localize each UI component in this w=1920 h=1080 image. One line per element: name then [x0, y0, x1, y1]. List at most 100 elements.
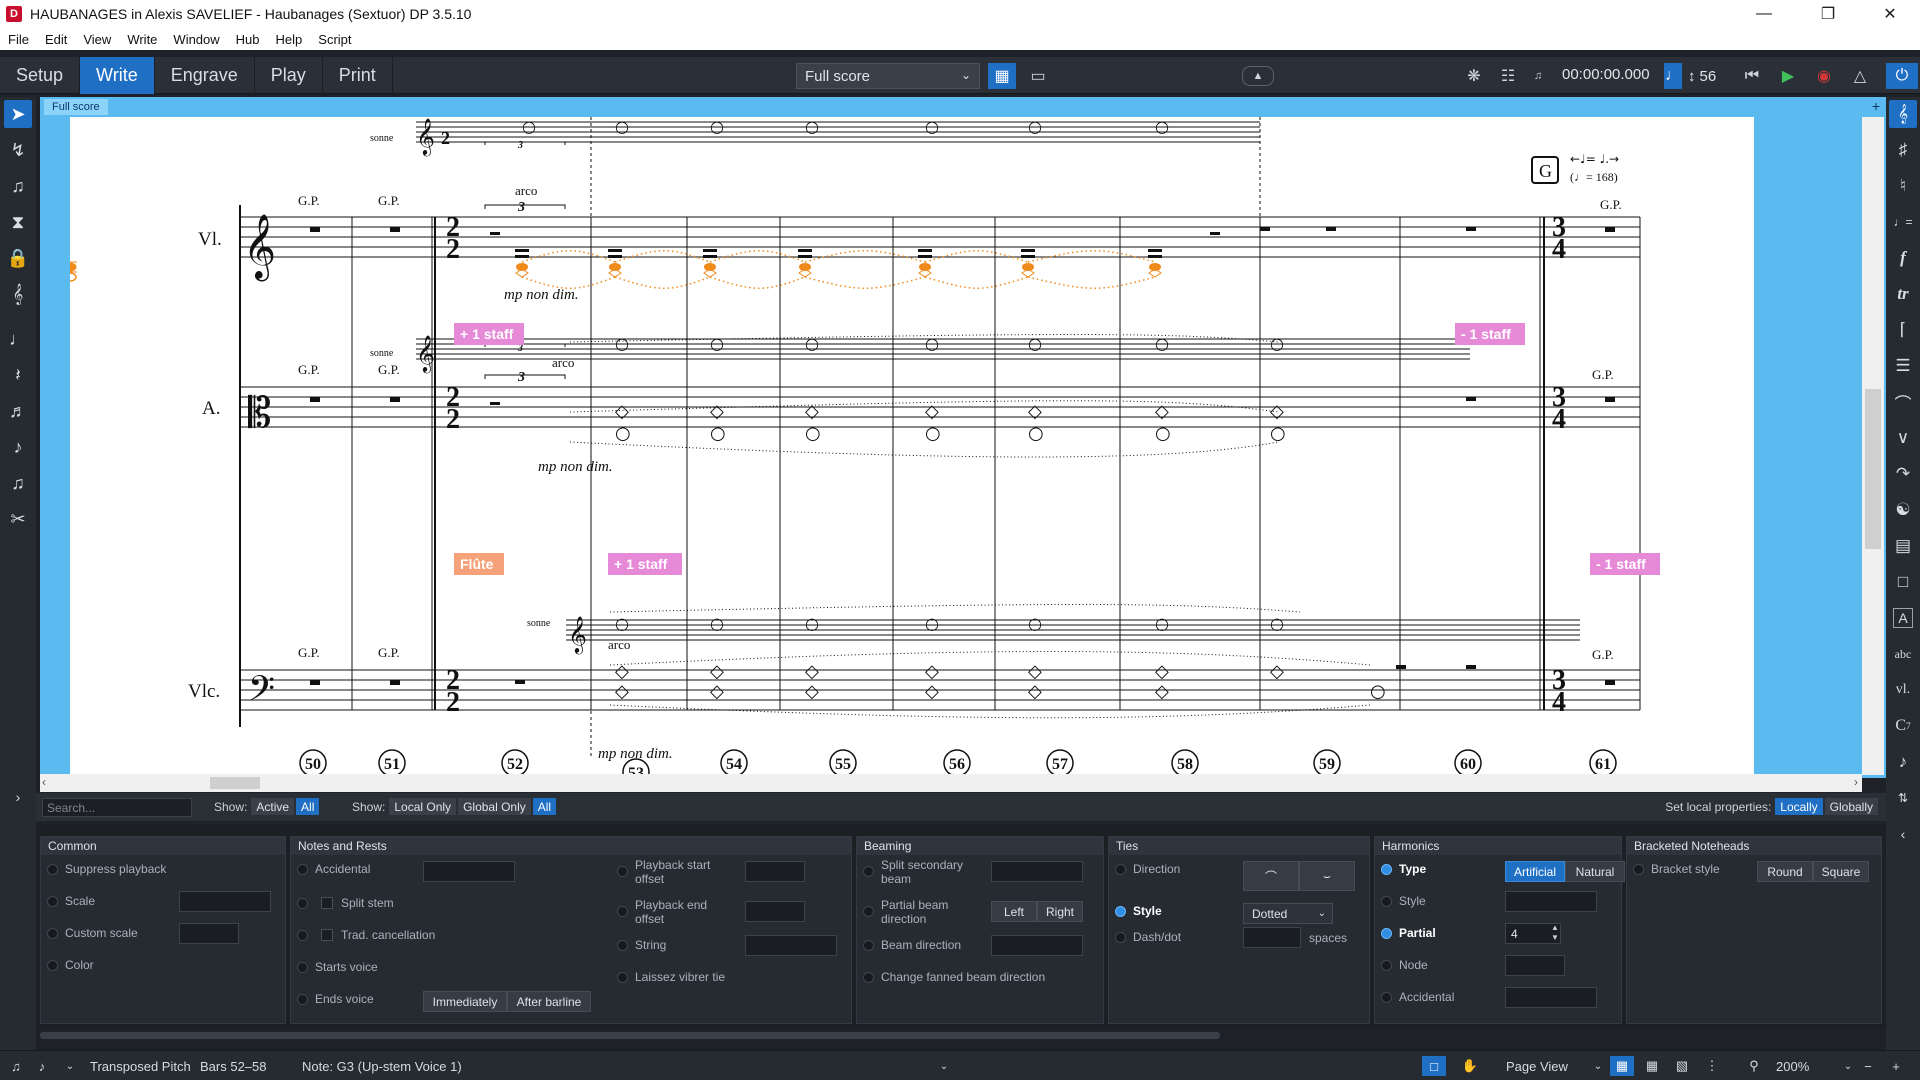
select-tool-icon[interactable]: ➤	[4, 100, 32, 128]
signpost-plus-staff[interactable]: + 1 staff	[460, 326, 514, 342]
filter-local-only[interactable]: Local Only	[389, 798, 457, 815]
dynamics-icon[interactable]: f	[1889, 244, 1917, 272]
property-toggle[interactable]	[47, 864, 58, 875]
score-horizontal-scrollbar[interactable]: ‹ ›	[40, 774, 1862, 792]
scale-field[interactable]	[179, 891, 271, 912]
split-secondary-beam-field[interactable]	[991, 861, 1083, 882]
text-icon[interactable]: A	[1893, 608, 1913, 628]
expand-right-panel-icon[interactable]: ‹	[1889, 820, 1917, 848]
bracket-square-button[interactable]: Square	[1813, 861, 1869, 882]
property-toggle[interactable]	[1115, 864, 1126, 875]
mode-tab-print[interactable]: Print	[323, 56, 393, 94]
rehearsal-mark[interactable]: G	[1539, 161, 1552, 181]
comment-icon[interactable]: □	[1889, 568, 1917, 596]
playback-end-field[interactable]	[745, 901, 805, 922]
menu-write[interactable]: Write	[119, 32, 165, 47]
globally-button[interactable]: Globally	[1824, 798, 1878, 815]
mode-tab-write[interactable]: Write	[80, 56, 155, 94]
midi-icon[interactable]: ♫	[4, 1056, 28, 1076]
filter-all[interactable]: All	[296, 798, 320, 815]
click-icon[interactable]: ♫	[1524, 63, 1552, 89]
property-toggle[interactable]	[863, 972, 874, 983]
grace-note-icon[interactable]: 𝄞	[4, 280, 32, 308]
lyrics-icon[interactable]: abc	[1889, 640, 1917, 668]
property-toggle[interactable]	[297, 962, 308, 973]
mode-tab-setup[interactable]: Setup	[0, 56, 81, 94]
close-button[interactable]: ✕	[1862, 0, 1918, 28]
chevron-down-icon[interactable]: ⌄	[1586, 1056, 1610, 1076]
properties-scrollbar[interactable]	[40, 1032, 1220, 1039]
node-field[interactable]	[1505, 955, 1565, 976]
partial-beam-left-button[interactable]: Left	[991, 901, 1037, 922]
property-toggle[interactable]	[1381, 992, 1392, 1003]
menu-help[interactable]: Help	[268, 32, 311, 47]
lock-duration-icon[interactable]: 🔒	[4, 244, 32, 272]
custom-scale-field[interactable]	[179, 923, 239, 944]
playing-techniques-icon[interactable]: ∨	[1889, 424, 1917, 452]
scissors-icon[interactable]: ✂	[4, 505, 32, 533]
show-panels-button[interactable]: ▲	[1242, 66, 1274, 86]
page-scroll-icon[interactable]: ⋮	[1700, 1056, 1724, 1076]
menu-edit[interactable]: Edit	[37, 32, 75, 47]
property-toggle[interactable]	[47, 896, 58, 907]
rewind-button[interactable]: ⏮	[1738, 63, 1766, 89]
instrument-change-icon[interactable]: vl.	[1889, 676, 1917, 704]
key-signature-icon[interactable]: ♯	[1889, 136, 1917, 164]
add-tab-icon[interactable]: +	[1872, 98, 1880, 114]
property-toggle[interactable]	[297, 898, 308, 909]
chevron-down-icon[interactable]: ⌄	[932, 1056, 956, 1076]
signpost-minus-staff[interactable]: - 1 staff	[1596, 556, 1646, 572]
violin-harmonic-chords[interactable]	[70, 261, 77, 282]
ornaments-icon[interactable]: tr	[1889, 280, 1917, 308]
menu-window[interactable]: Window	[165, 32, 227, 47]
figured-bass-icon[interactable]: ♪	[1889, 748, 1917, 776]
fermata-icon[interactable]: ⌒	[1889, 388, 1917, 416]
tie-icon[interactable]: ♫	[4, 469, 32, 497]
property-toggle[interactable]	[297, 994, 308, 1005]
tie-direction-over-icon[interactable]: ⌒	[1243, 861, 1299, 891]
dash-dot-field[interactable]	[1243, 927, 1301, 948]
zoom-in-button[interactable]: +	[1884, 1056, 1908, 1076]
ends-after-barline-button[interactable]: After barline	[507, 991, 591, 1012]
zoom-level[interactable]: 200%	[1776, 1059, 1809, 1074]
tie-style-select[interactable]: Dotted ⌄	[1243, 903, 1333, 924]
menu-hub[interactable]: Hub	[228, 32, 268, 47]
metronome-icon[interactable]: △	[1846, 63, 1874, 89]
accidental-field[interactable]	[423, 861, 515, 882]
tempo-mark[interactable]: (♩= 168)	[1570, 170, 1618, 184]
harmonic-artificial-button[interactable]: Artificial	[1505, 861, 1565, 882]
note-input-icon[interactable]: ♪	[30, 1056, 54, 1076]
trad-cancellation-checkbox[interactable]	[321, 929, 333, 941]
zoom-out-button[interactable]: −	[1856, 1056, 1880, 1076]
restore-button[interactable]: ❐	[1800, 0, 1856, 28]
chord-symbols-icon[interactable]: C7	[1889, 712, 1917, 740]
split-stem-checkbox[interactable]	[321, 897, 333, 909]
property-toggle[interactable]	[863, 866, 874, 877]
property-toggle[interactable]	[1115, 932, 1126, 943]
beam-direction-field[interactable]	[991, 935, 1083, 956]
tuplet-icon[interactable]: ♬	[4, 397, 32, 425]
property-toggle-on[interactable]	[1381, 864, 1392, 875]
property-toggle[interactable]	[617, 940, 628, 951]
play-button[interactable]: ▶	[1774, 63, 1802, 89]
property-toggle[interactable]	[1381, 896, 1392, 907]
signpost-plus-staff[interactable]: + 1 staff	[614, 556, 668, 572]
locally-button[interactable]: Locally	[1775, 798, 1823, 815]
property-toggle-on[interactable]	[1381, 928, 1392, 939]
menu-view[interactable]: View	[75, 32, 119, 47]
note-duration-icon[interactable]: ♩	[4, 325, 32, 353]
property-toggle[interactable]	[1633, 864, 1644, 875]
expand-left-panel-icon[interactable]: ›	[4, 783, 32, 811]
pitch-mode[interactable]: Transposed Pitch	[90, 1059, 191, 1074]
holds-icon[interactable]: ☯	[1889, 496, 1917, 524]
spreads-icon[interactable]: ▦	[1610, 1056, 1634, 1076]
property-toggle[interactable]	[297, 930, 308, 941]
tab-full-score[interactable]: Full score	[44, 99, 108, 115]
minimize-button[interactable]: —	[1736, 0, 1792, 28]
harmonic-style-field[interactable]	[1505, 891, 1597, 912]
signpost-minus-staff[interactable]: - 1 staff	[1461, 326, 1511, 342]
record-button[interactable]: ◉	[1810, 63, 1838, 89]
chevron-down-icon[interactable]: ⌄	[58, 1056, 82, 1076]
mode-tab-engrave[interactable]: Engrave	[155, 56, 255, 94]
force-duration-icon[interactable]: ⧗	[4, 208, 32, 236]
